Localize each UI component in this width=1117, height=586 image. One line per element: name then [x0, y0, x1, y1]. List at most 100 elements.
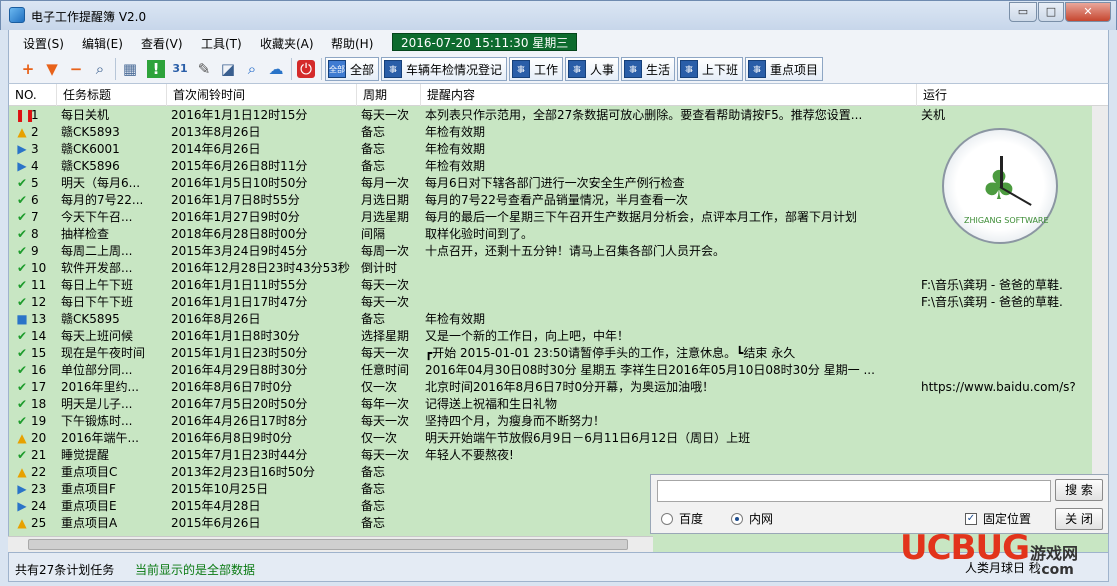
column-title[interactable]: 任务标题	[57, 84, 167, 106]
check-icon: ✔	[16, 448, 28, 462]
cell-content: 记得送上祝福和生日礼物	[425, 397, 558, 411]
category-vehicle-button[interactable]: 事 车辆年检情况登记	[381, 57, 508, 81]
table-row[interactable]: ✔ 16 单位部分同... 2016年4月29日8时30分 任意时间 2016年04月30…	[9, 362, 1108, 379]
cell-cycle: 月选日期	[361, 193, 410, 207]
radio-baidu-label: 百度	[679, 512, 704, 526]
table-row[interactable]: ✔ 15 现在是午夜时间 2015年1月1日23时50分 每天一次 ┏开始 2015-01…	[9, 345, 1108, 362]
warning-icon: ▲	[17, 516, 27, 530]
cell-title: 每天上班问候	[61, 329, 134, 343]
tools-icon[interactable]: ✎	[195, 60, 213, 78]
cell-cycle: 每天一次	[361, 278, 410, 292]
find-icon[interactable]: ⌕	[243, 60, 261, 78]
category-icon: 事	[568, 60, 586, 78]
play-icon: ▶	[17, 499, 27, 513]
category-life-button[interactable]: 事 生活	[621, 57, 676, 81]
table-row[interactable]: ■ 13 赣CK5895 2016年8月26日 备忘 年检有效期	[9, 311, 1108, 328]
cell-content: 明天开始端午节放假6月9日－6月11日6月12日（周日）上班	[425, 431, 751, 445]
search-icon[interactable]: ⌕	[91, 60, 109, 78]
cell-time: 2013年8月26日	[171, 125, 261, 139]
cell-time: 2016年12月28日23时43分53秒	[171, 261, 350, 275]
vertical-scrollbar[interactable]	[1092, 106, 1108, 486]
weather-icon[interactable]: ☁	[267, 60, 285, 78]
category-work-button[interactable]: 事 工作	[509, 57, 564, 81]
column-run[interactable]: 运行	[917, 84, 1108, 106]
radio-intranet[interactable]	[731, 513, 743, 525]
table-row[interactable]: ✔ 21 睡觉提醒 2015年7月1日23时44分 每天一次 年轻人不要熬夜!	[9, 447, 1108, 464]
cell-content	[425, 277, 915, 294]
cell-no: 16	[31, 363, 47, 377]
category-keyproject-button[interactable]: 事 重点项目	[745, 57, 824, 81]
cell-run	[921, 396, 1091, 413]
menu-help[interactable]: 帮助(H)	[331, 35, 373, 52]
power-icon[interactable]: ⏻	[297, 60, 315, 78]
cell-no: 7	[31, 210, 39, 224]
cell-title: 重点项目C	[61, 465, 118, 479]
calendar-icon[interactable]: ▦	[121, 60, 139, 78]
search-button[interactable]: 搜 索	[1055, 479, 1103, 501]
calendar31-icon[interactable]: 31	[171, 60, 189, 78]
toolbar-separator	[291, 58, 292, 80]
table-row[interactable]: ▲ 2 赣CK5893 2013年8月26日 备忘 年检有效期	[9, 124, 1108, 141]
table-row[interactable]: ▶ 3 赣CK6001 2014年6月26日 备忘 年检有效期	[9, 141, 1108, 158]
close-button[interactable]: ✕	[1065, 2, 1111, 22]
close-panel-button[interactable]: 关 闭	[1055, 508, 1103, 530]
cell-time: 2015年1月1日23时50分	[171, 346, 308, 360]
warning-icon: ▲	[17, 465, 27, 479]
menu-favorites[interactable]: 收藏夹(A)	[260, 35, 314, 52]
horizontal-scrollbar[interactable]	[8, 536, 653, 552]
table-row[interactable]: ✔ 14 每天上班问候 2016年1月1日8时30分 选择星期 又是一个新的工作日，向上吧…	[9, 328, 1108, 345]
table-row[interactable]: ▲ 20 2016年端午... 2016年6月8日9时0分 仅一次 明天开始端午节放假6月…	[9, 430, 1108, 447]
table-row[interactable]: ✔ 8 抽样检查 2018年6月28日8时00分 间隔 取样化验时间到了。	[9, 226, 1108, 243]
column-cycle[interactable]: 周期	[357, 84, 421, 106]
alert-icon[interactable]: !	[147, 60, 165, 78]
cell-no: 22	[31, 465, 47, 479]
table-row[interactable]: ✔ 17 2016年里约... 2016年8月6日7时0分 仅一次 北京时间2016年8月…	[9, 379, 1108, 396]
category-label: 生活	[646, 62, 671, 77]
column-no[interactable]: NO.	[9, 84, 57, 106]
check-icon: ✔	[16, 176, 28, 190]
cell-content: 年检有效期	[425, 142, 486, 156]
category-icon: 事	[512, 60, 530, 78]
table-row[interactable]: ✔ 12 每日下午下班 2016年1月1日17时47分 每天一次 F:\音乐\龚玥 - 爸…	[9, 294, 1108, 311]
table-row[interactable]: ✔ 11 每日上午下班 2016年1月1日11时55分 每天一次 F:\音乐\龚玥 - 爸…	[9, 277, 1108, 294]
cell-title: 2016年端午...	[61, 431, 139, 445]
maximize-button[interactable]: □	[1038, 2, 1064, 22]
table-row[interactable]: ✔ 7 今天下午召... 2016年1月27日9时0分 月选星期 每月的最后一个星期三下午…	[9, 209, 1108, 226]
menu-tools[interactable]: 工具(T)	[201, 35, 242, 52]
table-row[interactable]: ✔ 9 每周二上周... 2015年3月24日9时45分 每周一次 十点召开，还剩十五分钟…	[9, 243, 1108, 260]
category-label: 人事	[590, 62, 615, 77]
cell-content: 又是一个新的工作日，向上吧，中年！	[425, 329, 630, 343]
scroll-thumb[interactable]	[28, 539, 628, 550]
remove-icon[interactable]: −	[67, 60, 85, 78]
cell-title: 今天下午召...	[61, 210, 133, 224]
check-icon: ✔	[16, 329, 28, 343]
column-content[interactable]: 提醒内容	[421, 84, 917, 106]
fixed-position-checkbox[interactable]: ✓	[965, 513, 977, 525]
cell-content: 十点召开，还剩十五分钟！请马上召集各部门人员开会。	[425, 244, 726, 258]
expand-icon[interactable]: ▼	[43, 60, 61, 78]
category-icon: 事	[624, 60, 642, 78]
stop-icon: ■	[16, 312, 28, 326]
cell-run	[921, 362, 1091, 379]
table-row[interactable]: ❚❚ 1 每日关机 2016年1月1日12时15分 每天一次 本列表只作示范用，全部27条…	[9, 107, 1108, 124]
menu-edit[interactable]: 编辑(E)	[82, 35, 123, 52]
menu-settings[interactable]: 设置(S)	[23, 35, 64, 52]
cell-title: 重点项目A	[61, 516, 118, 530]
minimize-button[interactable]: ▭	[1009, 2, 1037, 22]
preview-icon[interactable]: ◪	[219, 60, 237, 78]
radio-baidu[interactable]	[661, 513, 673, 525]
column-time[interactable]: 首次闹铃时间	[167, 84, 357, 106]
table-row[interactable]: ✔ 10 软件开发部... 2016年12月28日23时43分53秒 倒计时	[9, 260, 1108, 277]
cell-content: 年轻人不要熬夜!	[425, 448, 514, 462]
category-commute-button[interactable]: 事 上下班	[677, 57, 744, 81]
add-icon[interactable]: +	[19, 60, 37, 78]
cell-content: 北京时间2016年8月6日7时0分开幕，为奥运加油哦！	[425, 380, 715, 394]
menu-view[interactable]: 查看(V)	[141, 35, 183, 52]
category-all-button[interactable]: 全部 全部	[325, 57, 380, 81]
pause-icon: ❚❚	[15, 108, 36, 122]
category-hr-button[interactable]: 事 人事	[565, 57, 620, 81]
search-input[interactable]	[657, 480, 1051, 502]
table-row[interactable]: ✔ 19 下午锻炼时... 2016年4月26日17时8分 每天一次 坚持四个月，为瘦身而…	[9, 413, 1108, 430]
check-icon: ✔	[16, 363, 28, 377]
table-row[interactable]: ✔ 18 明天是儿子... 2016年7月5日20时50分 每年一次 记得送上祝福和生日礼…	[9, 396, 1108, 413]
